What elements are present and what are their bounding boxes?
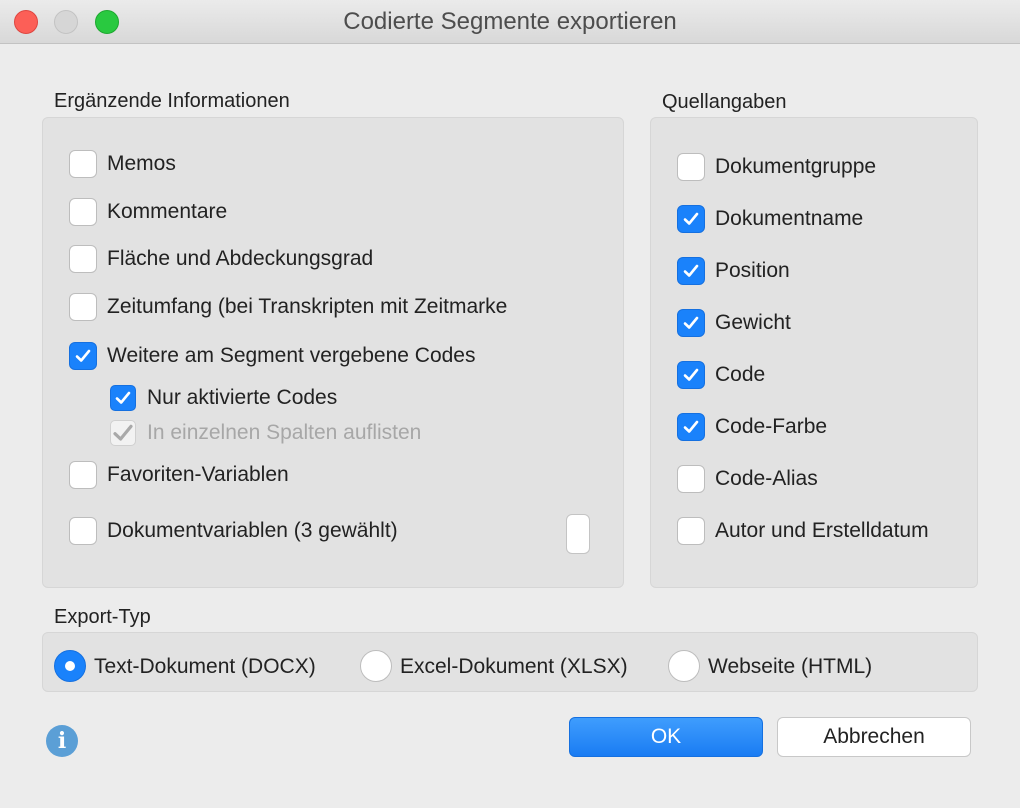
other-codes-label: Weitere am Segment vergebene Codes bbox=[107, 344, 476, 367]
title-bar: Codierte Segmente exportieren bbox=[0, 0, 1020, 44]
memos-checkbox[interactable] bbox=[69, 150, 97, 178]
document-variables-label: Dokumentvariablen (3 gewählt) bbox=[107, 519, 398, 542]
xlsx-radio[interactable] bbox=[360, 650, 392, 682]
xlsx-label: Excel-Dokument (XLSX) bbox=[400, 655, 628, 678]
area-coverage-label: Fläche und Abdeckungsgrad bbox=[107, 247, 374, 270]
checkmark-icon bbox=[683, 264, 699, 277]
memos-label: Memos bbox=[107, 152, 176, 175]
weight-checkbox[interactable] bbox=[677, 309, 705, 337]
ok-button[interactable]: OK bbox=[569, 717, 763, 757]
checkmark-icon bbox=[683, 316, 699, 329]
document-group-checkbox[interactable] bbox=[677, 153, 705, 181]
position-label: Position bbox=[715, 259, 790, 282]
author-date-checkbox[interactable] bbox=[677, 517, 705, 545]
info-icon[interactable]: i bbox=[46, 725, 78, 757]
export-type-panel: Text-Dokument (DOCX) Excel-Dokument (XLS… bbox=[42, 632, 978, 692]
document-group-label: Dokumentgruppe bbox=[715, 155, 877, 178]
supplementary-panel: Memos Kommentare Fläche und Abdeckungsgr… bbox=[42, 117, 624, 588]
document-name-checkbox[interactable] bbox=[677, 205, 705, 233]
favorite-variables-label: Favoriten-Variablen bbox=[107, 463, 289, 486]
document-variables-checkbox[interactable] bbox=[69, 517, 97, 545]
html-label: Webseite (HTML) bbox=[708, 655, 873, 678]
sources-panel: Dokumentgruppe Dokumentname Position Gew… bbox=[650, 117, 978, 588]
docx-radio[interactable] bbox=[54, 650, 86, 682]
author-date-label: Autor und Erstelldatum bbox=[715, 519, 929, 542]
code-color-label: Code-Farbe bbox=[715, 415, 828, 438]
comments-checkbox[interactable] bbox=[69, 198, 97, 226]
html-radio[interactable] bbox=[668, 650, 700, 682]
time-range-label: Zeitumfang (bei Transkripten mit Zeitmar… bbox=[107, 295, 508, 318]
comments-label: Kommentare bbox=[107, 200, 228, 223]
area-coverage-checkbox[interactable] bbox=[69, 245, 97, 273]
sources-heading: Quellangaben bbox=[662, 91, 787, 113]
checkmark-icon bbox=[75, 349, 91, 362]
docx-label: Text-Dokument (DOCX) bbox=[94, 655, 316, 678]
export-type-heading: Export-Typ bbox=[54, 606, 151, 628]
weight-label: Gewicht bbox=[715, 311, 791, 334]
code-alias-checkbox[interactable] bbox=[677, 465, 705, 493]
code-color-checkbox[interactable] bbox=[677, 413, 705, 441]
window-title: Codierte Segmente exportieren bbox=[343, 8, 677, 35]
choose-variables-button[interactable] bbox=[566, 514, 590, 554]
position-checkbox[interactable] bbox=[677, 257, 705, 285]
only-active-codes-checkbox[interactable] bbox=[110, 385, 136, 411]
code-checkbox[interactable] bbox=[677, 361, 705, 389]
separate-columns-checkbox bbox=[110, 420, 136, 446]
checkmark-icon bbox=[683, 420, 699, 433]
code-alias-label: Code-Alias bbox=[715, 467, 818, 490]
checkmark-icon bbox=[683, 212, 699, 225]
code-label: Code bbox=[715, 363, 766, 386]
cancel-button[interactable]: Abbrechen bbox=[777, 717, 971, 757]
document-name-label: Dokumentname bbox=[715, 207, 864, 230]
separate-columns-label: In einzelnen Spalten auflisten bbox=[147, 421, 422, 444]
checkmark-icon bbox=[113, 424, 133, 441]
other-codes-checkbox[interactable] bbox=[69, 342, 97, 370]
checkmark-icon bbox=[115, 391, 131, 404]
checkmark-icon bbox=[683, 368, 699, 381]
favorite-variables-checkbox[interactable] bbox=[69, 461, 97, 489]
supplementary-heading: Ergänzende Informationen bbox=[54, 90, 290, 112]
time-range-checkbox[interactable] bbox=[69, 293, 97, 321]
only-active-codes-label: Nur aktivierte Codes bbox=[147, 386, 338, 409]
